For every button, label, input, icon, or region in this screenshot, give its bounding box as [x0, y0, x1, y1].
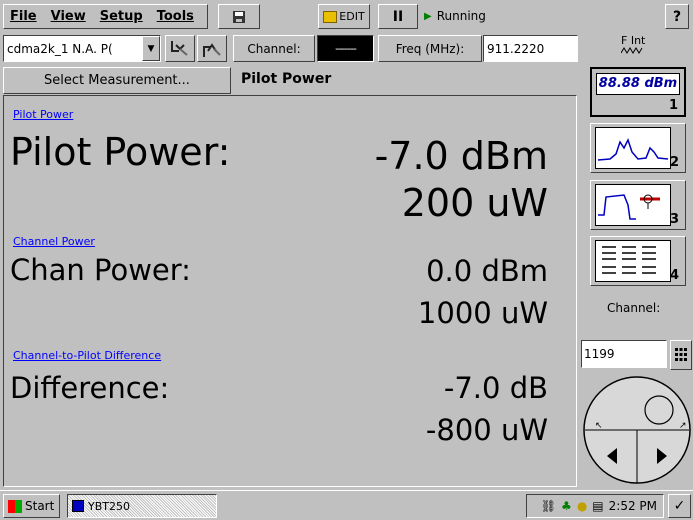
difference-db: -7.0 dB	[443, 371, 548, 405]
channel-button-label: Channel:	[247, 41, 301, 56]
sweep-icon	[595, 184, 671, 226]
meter-view-number: 1	[668, 98, 678, 113]
fint-label: F Int	[621, 34, 646, 47]
system-tray: ⛓ ♣ ● ▤ 2:52 PM	[526, 494, 664, 518]
app-icon	[72, 500, 84, 512]
standard-value: cdma2k_1 N.A. P(	[7, 41, 113, 56]
menu-file[interactable]: File	[10, 9, 37, 24]
taskbar-item-label: YBT250	[88, 499, 130, 513]
control-knob[interactable]: ↖ ↗	[581, 374, 693, 484]
status-text: Running	[436, 9, 486, 23]
channel-to-pilot-link[interactable]: Channel-to-Pilot Difference	[13, 349, 161, 362]
start-button[interactable]: Start	[3, 494, 60, 518]
save-icon	[233, 10, 245, 23]
channel-button[interactable]: Channel:	[233, 35, 315, 62]
start-label: Start	[25, 499, 55, 513]
table-icon	[595, 240, 671, 282]
play-icon: ▶	[424, 10, 432, 22]
downlink-button[interactable]	[165, 35, 195, 62]
uplink-icon	[203, 42, 221, 57]
chan-power-label: Chan Power:	[10, 253, 191, 287]
pilot-power-dbm: -7.0 dBm	[374, 134, 548, 178]
select-measurement-button[interactable]: Select Measurement...	[3, 67, 231, 94]
menu-tools[interactable]: Tools	[157, 9, 194, 24]
meter-readout: 88.88 dBm	[596, 73, 680, 95]
standard-select[interactable]: cdma2k_1 N.A. P( ▼	[3, 35, 161, 62]
table-view-button[interactable]: 4	[590, 236, 686, 286]
connection-icon[interactable]: ♣	[561, 499, 572, 513]
frequency-input[interactable]: 911.2220	[483, 35, 578, 62]
edit-label: EDIT	[339, 10, 365, 23]
help-label: ?	[672, 8, 682, 25]
edit-button[interactable]: EDIT	[318, 4, 370, 29]
measurement-panel: Pilot Power Pilot Power: -7.0 dBm 200 uW…	[3, 95, 577, 487]
side-channel-input[interactable]: 1199	[581, 340, 667, 368]
uplink-button[interactable]	[197, 35, 227, 62]
pause-button[interactable]: II	[378, 4, 418, 29]
menubar: File View Setup Tools EDIT II ▶ Running …	[0, 0, 693, 32]
fint-indicator: F Int	[620, 34, 646, 57]
side-channel-value: 1199	[584, 347, 615, 361]
svg-text:↗: ↗	[679, 421, 687, 431]
pilot-power-link[interactable]: Pilot Power	[13, 108, 73, 121]
menu-view[interactable]: View	[51, 9, 86, 24]
taskbar: Start YBT250 ⛓ ♣ ● ▤ 2:52 PM ✓	[0, 490, 693, 520]
taskbar-item-ybt250[interactable]: YBT250	[67, 494, 217, 518]
spectrum-view-button[interactable]: 2	[590, 123, 686, 173]
spectrum-view-number: 2	[669, 155, 679, 170]
pilot-power-label: Pilot Power:	[10, 130, 231, 174]
channel-field[interactable]: -------	[317, 35, 374, 62]
table-view-number: 4	[669, 268, 679, 283]
network-icon[interactable]: ⛓	[541, 499, 556, 513]
chevron-down-icon[interactable]: ▼	[142, 36, 160, 61]
windows-flag-icon	[8, 499, 22, 513]
meter-view-button[interactable]: 88.88 dBm 1	[590, 67, 686, 117]
select-measurement-label: Select Measurement...	[44, 73, 190, 88]
desktop-icon: ✓	[673, 498, 686, 514]
chan-power-dbm: 0.0 dBm	[426, 254, 548, 288]
waveform-icon	[620, 47, 643, 54]
keypad-button[interactable]	[670, 340, 692, 370]
keypad-icon	[675, 348, 687, 361]
difference-label: Difference:	[10, 371, 170, 405]
menu-group: File View Setup Tools	[3, 4, 208, 29]
frequency-button-label: Freq (MHz):	[395, 41, 465, 56]
edit-icon	[323, 10, 338, 23]
difference-uw: -800 uW	[425, 413, 548, 447]
side-channel-label: Channel:	[607, 301, 661, 315]
channel-power-link[interactable]: Channel Power	[13, 235, 95, 248]
battery-icon[interactable]: ▤	[592, 499, 603, 513]
downlink-icon	[171, 40, 188, 56]
sweep-view-button[interactable]: 3	[590, 180, 686, 230]
clock: 2:52 PM	[608, 499, 657, 513]
show-desktop-button[interactable]: ✓	[668, 494, 691, 518]
menu-setup[interactable]: Setup	[100, 9, 143, 24]
run-status: ▶ Running	[424, 9, 486, 23]
sweep-view-number: 3	[669, 212, 679, 227]
frequency-button[interactable]: Freq (MHz):	[378, 35, 482, 62]
svg-text:↖: ↖	[595, 421, 603, 431]
spectrum-icon	[595, 127, 671, 169]
pause-icon: II	[392, 8, 404, 25]
page-title: Pilot Power	[241, 71, 332, 87]
help-button[interactable]: ?	[665, 4, 689, 29]
pilot-power-uw: 200 uW	[401, 181, 548, 225]
channel-field-value: -------	[335, 42, 357, 55]
save-button[interactable]	[218, 4, 260, 29]
frequency-value: 911.2220	[487, 41, 545, 56]
chan-power-uw: 1000 uW	[417, 296, 548, 330]
bulb-icon[interactable]: ●	[577, 499, 587, 513]
